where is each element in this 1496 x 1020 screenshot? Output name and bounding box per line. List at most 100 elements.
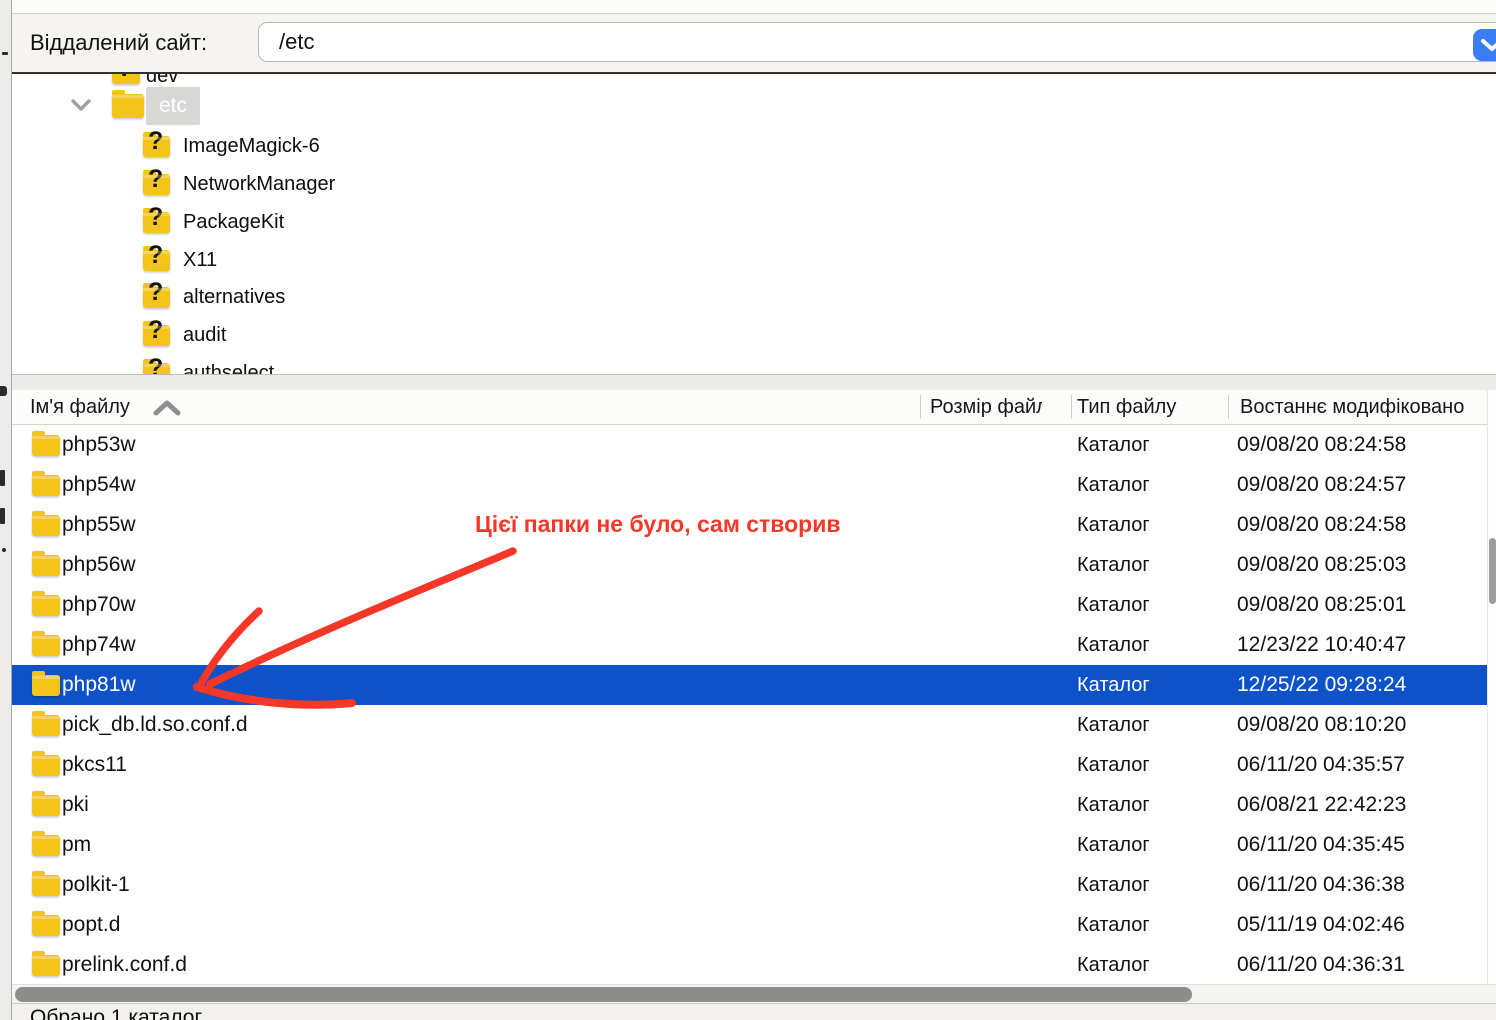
table-row[interactable]: php74w Каталог 12/23/22 10:40:47: [12, 625, 1487, 665]
column-separator[interactable]: [920, 395, 921, 419]
file-name: pm: [62, 825, 91, 865]
table-row[interactable]: php53w Каталог 09/08/20 08:24:58: [12, 425, 1487, 465]
tree-selected-label: etc: [146, 87, 200, 125]
file-name: php70w: [62, 585, 136, 625]
folder-icon: [32, 875, 60, 896]
sort-ascending-icon: [152, 400, 182, 416]
file-type: Каталог: [1077, 905, 1150, 945]
tree-item-label: PackageKit: [183, 203, 284, 241]
file-type: Каталог: [1077, 785, 1150, 825]
file-modified: 09/08/20 08:24:58: [1237, 425, 1487, 465]
remote-site-bar: Віддалений сайт:: [12, 13, 1496, 72]
file-list: php53w Каталог 09/08/20 08:24:58 php54w …: [12, 425, 1487, 985]
file-modified: 06/11/20 04:36:31: [1237, 945, 1487, 985]
tree-item-label: X11: [183, 241, 217, 279]
tree-item-etc[interactable]: etc: [12, 87, 1496, 125]
file-name: pki: [62, 785, 89, 825]
file-type: Каталог: [1077, 745, 1150, 785]
file-modified: 06/11/20 04:36:38: [1237, 865, 1487, 905]
tree-item[interactable]: ? audit: [12, 316, 1496, 354]
folder-question-icon: ?: [143, 212, 170, 233]
folder-question-icon: ?: [143, 136, 170, 157]
tree-item-label: authselect: [183, 354, 274, 374]
horizontal-scrollbar-thumb[interactable]: [15, 987, 1192, 1002]
tree-item[interactable]: ? NetworkManager: [12, 165, 1496, 203]
file-type: Каталог: [1077, 945, 1150, 985]
tree-item[interactable]: ? ImageMagick-6: [12, 127, 1496, 165]
table-row[interactable]: pick_db.ld.so.conf.d Каталог 09/08/20 08…: [12, 705, 1487, 745]
tree-item[interactable]: ? PackageKit: [12, 203, 1496, 241]
table-row[interactable]: php56w Каталог 09/08/20 08:25:03: [12, 545, 1487, 585]
column-header-type[interactable]: Тип файлу: [1077, 390, 1176, 424]
clipped-glyph-fragment: [2, 548, 6, 552]
table-row[interactable]: php70w Каталог 09/08/20 08:25:01: [12, 585, 1487, 625]
folder-question-icon: ?: [143, 325, 170, 346]
column-separator[interactable]: [1071, 395, 1072, 419]
vertical-scrollbar-thumb[interactable]: [1489, 538, 1496, 604]
file-list-header: Ім'я файлу Розмір файлу Тип файлу Востан…: [12, 390, 1487, 425]
clipped-glyph-fragment: [0, 470, 5, 486]
file-modified: 09/08/20 08:10:20: [1237, 705, 1487, 745]
file-name: popt.d: [62, 905, 120, 945]
remote-site-label: Віддалений сайт:: [30, 13, 207, 72]
remote-directory-tree[interactable]: ? dev etc ? ImageMagick-6 ? NetworkManag…: [12, 74, 1496, 374]
table-row[interactable]: pkcs11 Каталог 06/11/20 04:35:57: [12, 745, 1487, 785]
folder-icon: [32, 715, 60, 736]
file-name: php81w: [62, 665, 136, 705]
horizontal-scrollbar[interactable]: [12, 984, 1496, 1004]
tree-item[interactable]: ? alternatives: [12, 278, 1496, 316]
pane-divider: [12, 72, 1496, 74]
file-modified: 05/11/19 04:02:46: [1237, 905, 1487, 945]
left-pane-edge: [0, 0, 12, 1020]
clipped-glyph-fragment: [0, 386, 7, 396]
file-type: Каталог: [1077, 705, 1150, 745]
folder-question-icon: ?: [143, 174, 170, 195]
file-modified: 09/08/20 08:25:03: [1237, 545, 1487, 585]
tree-item[interactable]: ? authselect: [12, 354, 1496, 374]
clipped-glyph-fragment: [0, 508, 5, 524]
table-row[interactable]: pm Каталог 06/11/20 04:35:45: [12, 825, 1487, 865]
tree-item-label: ImageMagick-6: [183, 127, 320, 165]
column-header-size[interactable]: Розмір файлу: [930, 390, 1042, 424]
folder-icon: [32, 795, 60, 816]
folder-open-icon: [112, 94, 144, 118]
file-name: pick_db.ld.so.conf.d: [62, 705, 248, 745]
file-type: Каталог: [1077, 585, 1150, 625]
table-row[interactable]: prelink.conf.d Каталог 06/11/20 04:36:31: [12, 945, 1487, 985]
file-modified: 09/08/20 08:25:01: [1237, 585, 1487, 625]
remote-site-input[interactable]: [258, 22, 1496, 62]
folder-icon: [32, 635, 60, 656]
file-type: Каталог: [1077, 865, 1150, 905]
file-modified: 09/08/20 08:24:58: [1237, 505, 1487, 545]
status-bar: Обрано 1 каталог: [12, 1004, 1496, 1020]
tree-item-label: NetworkManager: [183, 165, 335, 203]
column-header-modified[interactable]: Востаннє модифіковано: [1240, 390, 1487, 424]
file-type: Каталог: [1077, 665, 1150, 705]
remote-site-dropdown-button[interactable]: [1473, 29, 1496, 61]
vertical-scrollbar[interactable]: [1487, 390, 1496, 984]
folder-icon: [32, 955, 60, 976]
folder-question-icon: ?: [143, 363, 170, 374]
file-modified: 12/23/22 10:40:47: [1237, 625, 1487, 665]
file-name: php56w: [62, 545, 136, 585]
file-type: Каталог: [1077, 625, 1150, 665]
pane-splitter[interactable]: [12, 374, 1496, 391]
folder-question-icon: ?: [143, 287, 170, 308]
file-modified: 06/11/20 04:35:45: [1237, 825, 1487, 865]
table-row[interactable]: popt.d Каталог 05/11/19 04:02:46: [12, 905, 1487, 945]
column-separator[interactable]: [1228, 395, 1229, 419]
tree-expander-icon[interactable]: [70, 98, 92, 112]
clipped-glyph-fragment: [2, 52, 8, 55]
annotation-text: Цієї папки не було, сам створив: [475, 511, 841, 538]
file-type: Каталог: [1077, 825, 1150, 865]
table-row-selected[interactable]: php81w Каталог 12/25/22 09:28:24: [12, 665, 1487, 705]
table-row[interactable]: php54w Каталог 09/08/20 08:24:57: [12, 465, 1487, 505]
chevron-down-icon: [1480, 38, 1496, 52]
folder-icon: [32, 555, 60, 576]
table-row[interactable]: polkit-1 Каталог 06/11/20 04:36:38: [12, 865, 1487, 905]
folder-icon: [32, 915, 60, 936]
tree-item[interactable]: ? X11: [12, 241, 1496, 279]
table-row[interactable]: pki Каталог 06/08/21 22:42:23: [12, 785, 1487, 825]
file-modified: 06/11/20 04:35:57: [1237, 745, 1487, 785]
column-header-name[interactable]: Ім'я файлу: [30, 390, 130, 424]
